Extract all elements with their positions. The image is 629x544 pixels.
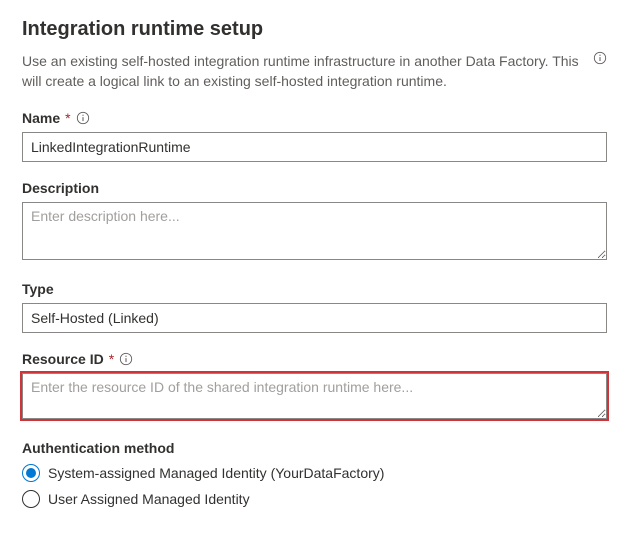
required-asterisk: * (109, 351, 114, 367)
type-label: Type (22, 281, 54, 297)
auth-option-system-label: System-assigned Managed Identity (YourDa… (48, 465, 384, 481)
info-icon[interactable] (119, 352, 133, 366)
name-input[interactable] (22, 132, 607, 162)
auth-method-label: Authentication method (22, 440, 174, 456)
auth-option-system[interactable]: System-assigned Managed Identity (YourDa… (22, 464, 607, 482)
description-input[interactable] (22, 202, 607, 260)
radio-selected-icon (22, 464, 40, 482)
resource-id-input[interactable] (22, 373, 607, 419)
info-icon[interactable] (76, 111, 90, 125)
auth-option-user[interactable]: User Assigned Managed Identity (22, 490, 607, 508)
page-intro: Use an existing self-hosted integration … (22, 51, 583, 92)
auth-option-user-label: User Assigned Managed Identity (48, 491, 250, 507)
required-asterisk: * (65, 110, 70, 126)
info-icon[interactable] (593, 51, 607, 65)
resource-id-label: Resource ID (22, 351, 104, 367)
page-title: Integration runtime setup (22, 18, 607, 41)
name-label: Name (22, 110, 60, 126)
description-label: Description (22, 180, 99, 196)
type-input (22, 303, 607, 333)
radio-unselected-icon (22, 490, 40, 508)
